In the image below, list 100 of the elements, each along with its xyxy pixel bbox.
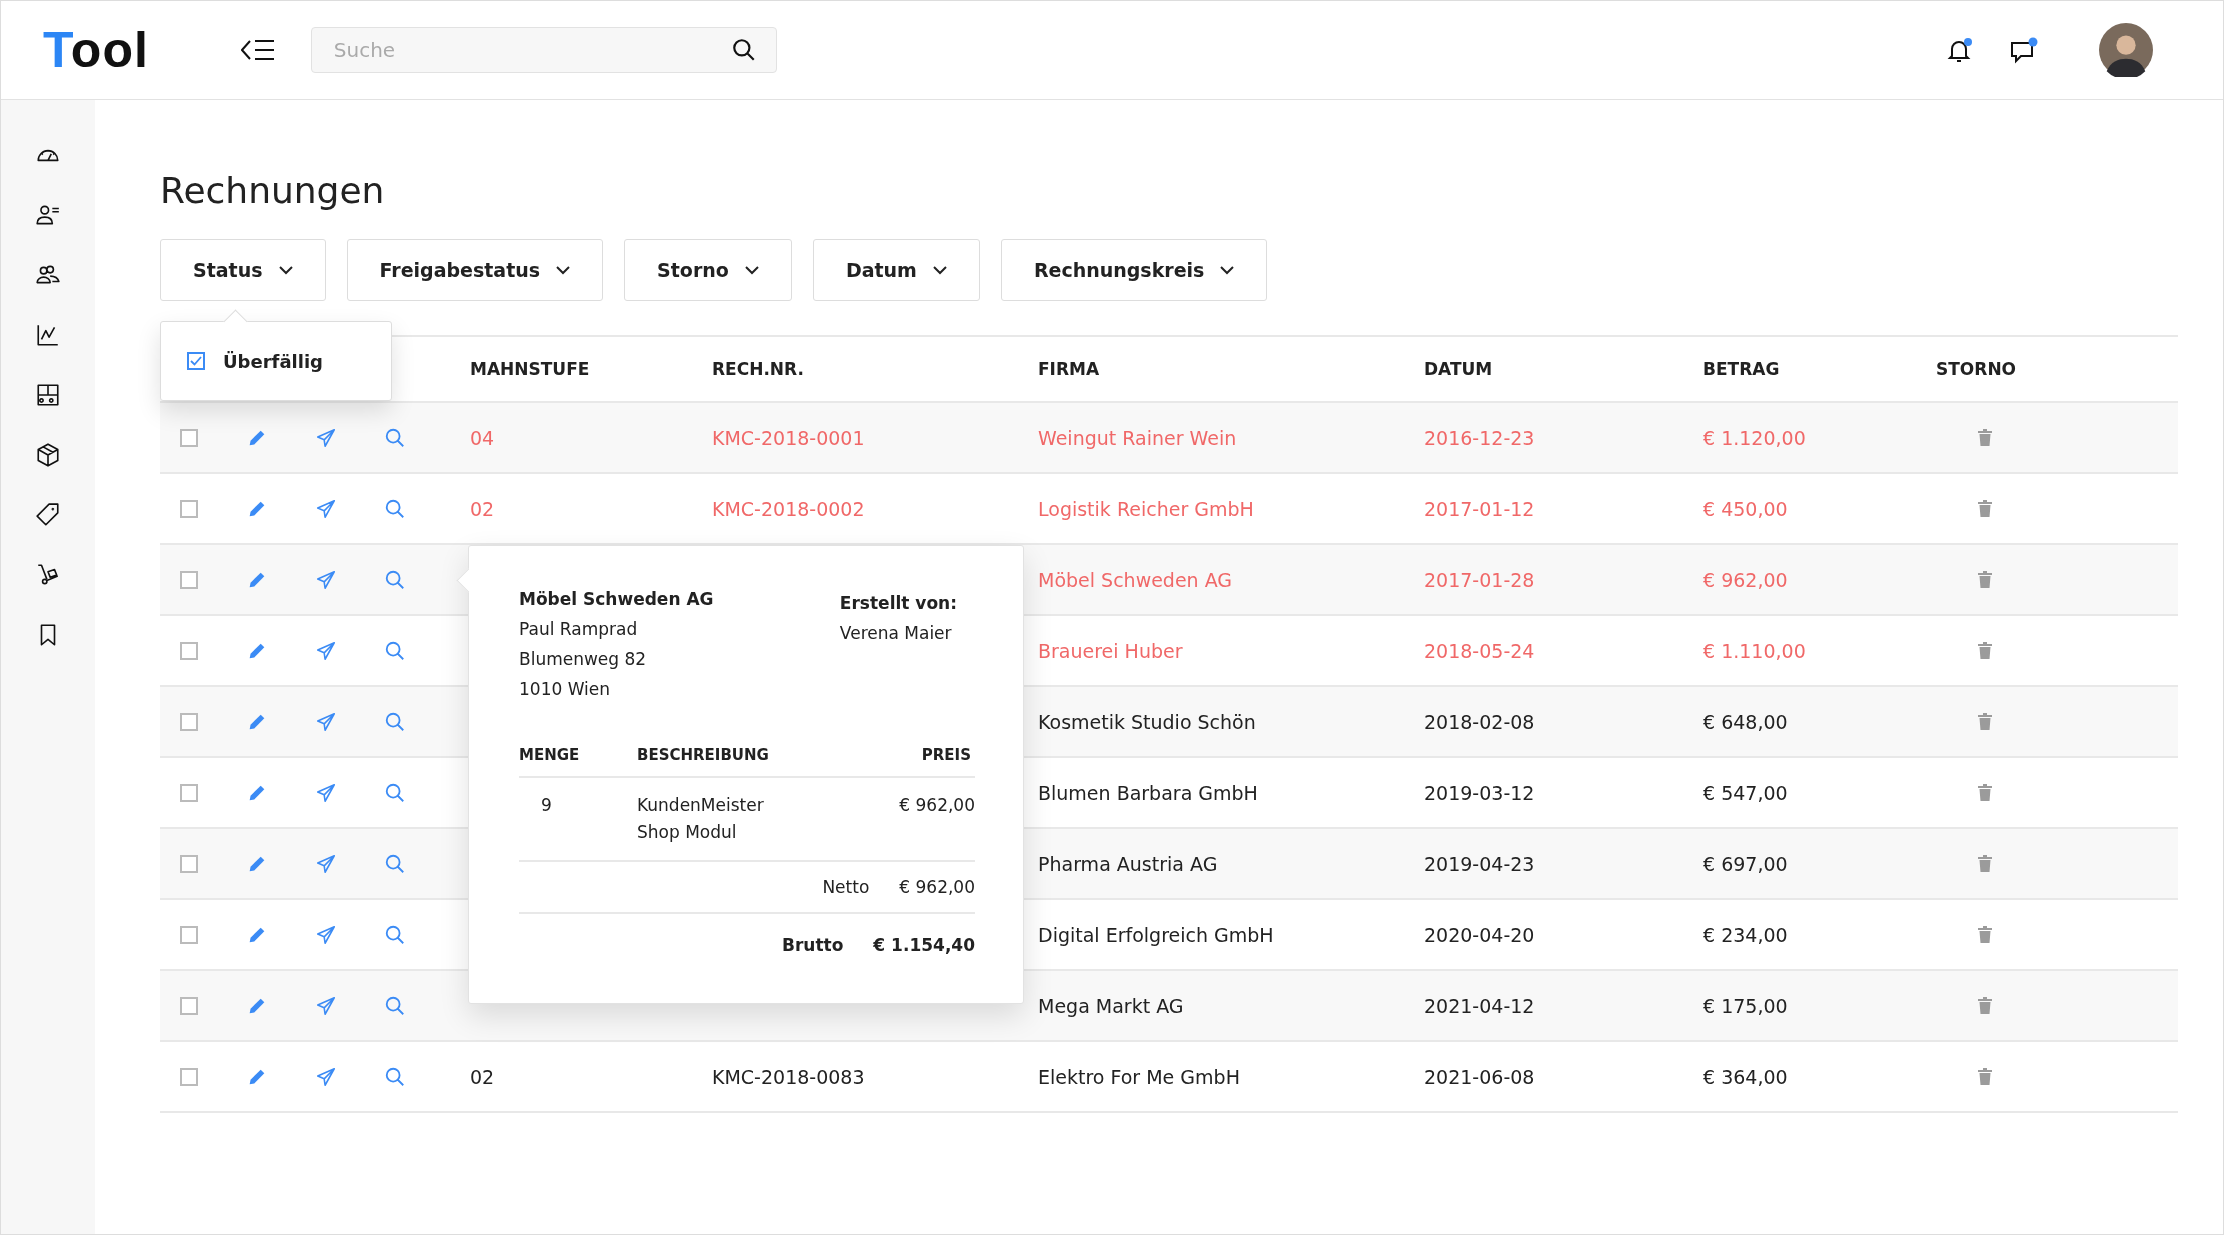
trash-icon[interactable] [1978, 500, 1992, 517]
checkbox[interactable] [180, 925, 198, 944]
trash-icon[interactable] [1978, 855, 1992, 872]
table-cell: € 1.110,00 [1703, 639, 1806, 662]
table-cell: Elektro For Me GmbH [1038, 1065, 1240, 1088]
filter-dropdown-button[interactable]: Datum [812, 239, 980, 301]
send-icon[interactable] [315, 994, 337, 1017]
page-title: Rechnungen [160, 170, 386, 211]
table-cell: 02 [470, 497, 495, 520]
filter-dropdown-button[interactable]: Storno [624, 239, 792, 301]
trash-icon[interactable] [1978, 571, 1992, 588]
chat-icon[interactable] [2009, 36, 2039, 64]
table-cell: € 175,00 [1703, 994, 1788, 1017]
table-cell-text: € 962,00 [899, 794, 975, 817]
send-icon[interactable] [315, 1065, 337, 1088]
created-by-label: Erstellt von: [839, 592, 957, 615]
checkbox[interactable] [180, 499, 198, 518]
table-cell: 2018-05-24 [1424, 639, 1535, 662]
send-icon[interactable] [315, 710, 337, 733]
table-cell-text: 9 [540, 794, 553, 817]
checkbox[interactable] [180, 783, 198, 802]
chevron-down-icon [556, 265, 571, 275]
checkbox[interactable] [180, 570, 198, 589]
trash-icon[interactable] [1978, 642, 1992, 659]
table-cell-text: KundenMeister Shop Modul [637, 794, 765, 844]
table-cell: KMC-2018-0002 [712, 497, 865, 520]
table-cell: € 364,00 [1703, 1065, 1788, 1088]
column-header: BETRAG [1702, 359, 1781, 379]
checkbox[interactable] [187, 352, 205, 370]
filter-dropdown-button[interactable]: Rechnungskreis [1000, 239, 1268, 301]
search-icon[interactable] [730, 37, 757, 63]
checkbox[interactable] [180, 996, 198, 1015]
table-cell: 2019-04-23 [1424, 852, 1535, 875]
chevron-down-icon [1220, 265, 1235, 275]
table-cell: € 547,00 [1703, 781, 1788, 804]
send-icon[interactable] [315, 568, 337, 591]
trash-icon[interactable] [1978, 997, 1992, 1014]
table-cell: 2016-12-23 [1424, 426, 1535, 449]
table-cell: KMC-2018-0083 [712, 1065, 865, 1088]
table-cell: € 450,00 [1703, 497, 1788, 520]
table-cell: 2020-04-20 [1424, 923, 1535, 946]
table-cell: Blumen Barbara GmbH [1038, 781, 1258, 804]
send-icon[interactable] [315, 639, 337, 662]
trash-icon[interactable] [1978, 926, 1992, 943]
table-cell: 04 [470, 426, 495, 449]
bell-icon[interactable] [1945, 36, 1975, 64]
dashboard-icon[interactable] [35, 382, 61, 408]
chevron-down-icon [278, 265, 293, 275]
trash-icon[interactable] [1978, 1068, 1992, 1085]
option-label[interactable]: Überfällig [223, 350, 323, 372]
filter-dropdown-button[interactable]: Status [160, 239, 326, 301]
send-icon[interactable] [315, 852, 337, 875]
column-header: DATUM [1423, 359, 1494, 379]
table-cell: Pharma Austria AG [1038, 852, 1218, 875]
table-cell: 2017-01-12 [1424, 497, 1535, 520]
trash-icon[interactable] [1978, 713, 1992, 730]
netto-label: Netto [822, 876, 870, 899]
table-cell: Digital Erfolgreich GmbH [1038, 923, 1274, 946]
checkbox[interactable] [180, 428, 198, 447]
table-cell: Logistik Reicher GmbH [1038, 497, 1254, 520]
brutto-label: Brutto [781, 934, 844, 957]
company-name: Möbel Schweden AG [519, 588, 714, 611]
table-cell: Kosmetik Studio Schön [1038, 710, 1256, 733]
send-icon[interactable] [315, 497, 337, 520]
collapse-menu-icon[interactable] [240, 39, 275, 61]
logo[interactable]: Tool [43, 21, 149, 79]
send-icon[interactable] [315, 781, 337, 804]
checkbox[interactable] [180, 854, 198, 873]
checkbox[interactable] [180, 641, 198, 660]
avatar[interactable] [2099, 23, 2153, 77]
column-header: MENGE [519, 745, 581, 766]
table-cell: € 697,00 [1703, 852, 1788, 875]
table-cell: 2017-01-28 [1424, 568, 1535, 591]
column-header: MAHNSTUFE [469, 359, 591, 379]
address-line: Paul Ramprad [519, 618, 639, 641]
tag-icon[interactable] [35, 502, 61, 528]
table-cell: KMC-2018-0001 [712, 426, 865, 449]
line-chart-icon[interactable] [35, 322, 61, 348]
trash-icon[interactable] [1978, 784, 1992, 801]
checkbox[interactable] [180, 712, 198, 731]
table-cell: Weingut Rainer Wein [1038, 426, 1237, 449]
checkbox[interactable] [180, 1067, 198, 1086]
table-cell: Möbel Schweden AG [1038, 568, 1233, 591]
table-cell: 02 [470, 1065, 495, 1088]
trash-icon[interactable] [1978, 429, 1992, 446]
table-cell: € 1.120,00 [1703, 426, 1806, 449]
table-cell: 2019-03-12 [1424, 781, 1535, 804]
filter-dropdown-button[interactable]: Freigabestatus [346, 239, 604, 301]
column-header: FIRMA [1037, 359, 1101, 379]
table-cell: Mega Markt AG [1038, 994, 1184, 1017]
send-icon[interactable] [315, 923, 337, 946]
table-cell: 2018-02-08 [1424, 710, 1535, 733]
chevron-down-icon [744, 265, 759, 275]
column-header: RECH.NR. [711, 359, 805, 379]
send-icon[interactable] [315, 426, 337, 449]
brutto-value: € 1.154,40 [873, 934, 975, 957]
table-cell: 2021-06-08 [1424, 1065, 1535, 1088]
box-icon[interactable] [35, 442, 61, 468]
search-field[interactable]: Suche [310, 27, 777, 73]
netto-value: € 962,00 [899, 876, 975, 899]
